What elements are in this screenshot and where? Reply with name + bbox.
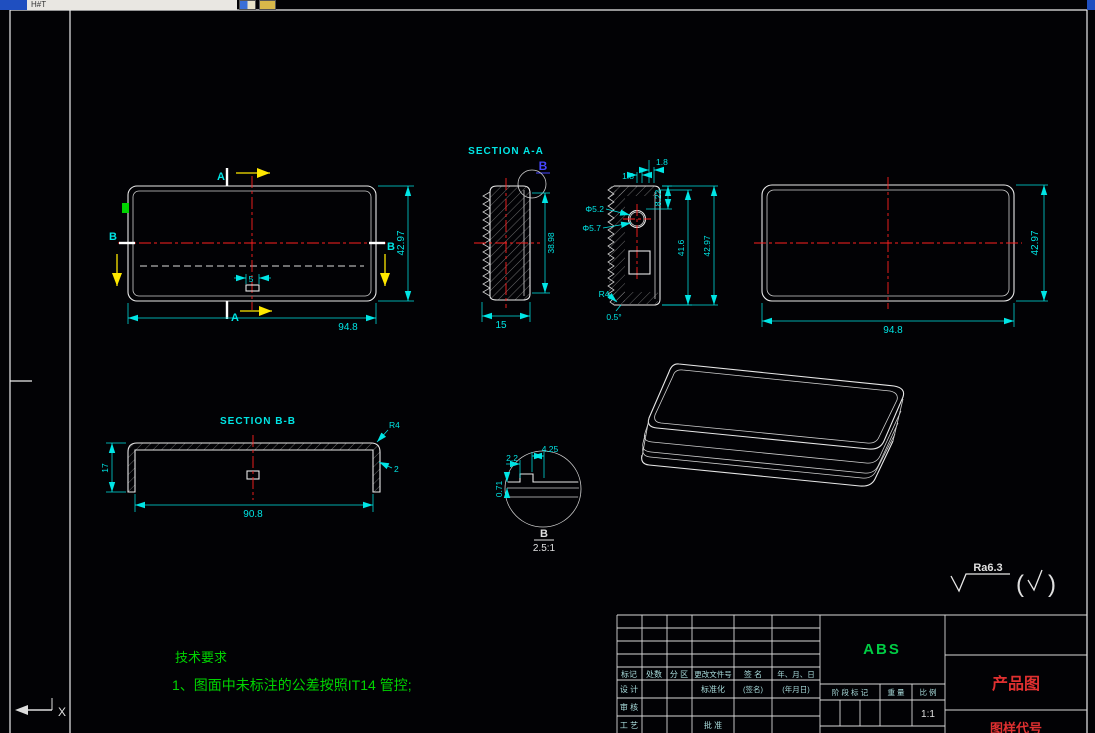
dim-front-slot: 5 xyxy=(249,274,254,284)
dim-bb-height: 17 xyxy=(100,463,110,473)
side-section-view: 1.8 1.8 8.22 41.6 42.97 Φ5.2 Φ5.7 R4 0.5… xyxy=(582,157,718,322)
dim-detail-425: 4.25 xyxy=(542,444,559,454)
roughness-check-icon xyxy=(1027,569,1043,592)
section-label-b-left: B xyxy=(109,231,117,243)
cad-application-window: A A B B 94.8 42.97 5 SECTION A-A B 38.98… xyxy=(0,0,1095,733)
dim-bb-r4: R4 xyxy=(389,420,400,430)
tb-row-design: 设 计 xyxy=(620,684,638,694)
dim-front-width: 94.8 xyxy=(338,322,358,333)
section-bb-title: SECTION B-B xyxy=(220,416,296,427)
section-label-b-right: B xyxy=(387,241,395,253)
window-corner-fragment xyxy=(0,0,27,10)
dim-side-r4: R4 xyxy=(599,289,610,299)
toolbar-fragment: H#T xyxy=(27,0,237,10)
dim-right-height: 42.97 xyxy=(1030,230,1041,255)
dim-side-822: 8.22 xyxy=(653,189,663,206)
tb-row-approve: 批 准 xyxy=(704,720,722,730)
dim-right-width: 94.8 xyxy=(883,325,903,336)
right-view: 42.97 94.8 xyxy=(754,177,1048,336)
tb-scale-value: 1:1 xyxy=(921,709,935,720)
dim-aa-inner-height: 38.98 xyxy=(546,232,556,254)
toolbar-icon-1[interactable] xyxy=(239,0,256,10)
dim-side-phi52: Φ5.2 xyxy=(585,204,604,214)
notes-item-1: 1、图面中未标注的公差按照IT14 管控; xyxy=(172,677,412,693)
toolbar-text: H#T xyxy=(31,0,47,9)
dim-side-4297: 42.97 xyxy=(702,235,712,257)
tb-col-sign: 签 名 xyxy=(744,669,762,679)
detail-b-view: 4.25 2.2 0.71 B 2.5:1 xyxy=(494,444,582,554)
dim-side-18-inner: 1.8 xyxy=(622,171,634,181)
tb-product-name: 产品图 xyxy=(992,674,1040,693)
dim-aa-depth: 15 xyxy=(495,320,507,331)
tb-col-zone: 分 区 xyxy=(670,670,688,679)
tb-stage-label: 阶 段 标 记 xyxy=(832,687,869,697)
side-hatch-left xyxy=(609,190,625,302)
dim-bb-width: 90.8 xyxy=(243,509,263,520)
front-view: A A B B 94.8 42.97 5 xyxy=(109,168,414,333)
isometric-view xyxy=(641,363,905,487)
paren-open: ( xyxy=(1016,571,1024,598)
front-slot xyxy=(245,284,260,292)
dim-side-phi57: Φ5.7 xyxy=(582,223,601,233)
tb-col-count: 处数 xyxy=(646,669,662,679)
ucs-arrowhead xyxy=(15,705,28,715)
notes-heading: 技术要求 xyxy=(175,650,227,665)
section-aa-view: SECTION A-A B 38.98 15 xyxy=(468,146,556,331)
tb-material: ABS xyxy=(863,641,901,658)
tb-row-std: 标准化 xyxy=(701,684,725,694)
paren-close: ) xyxy=(1048,571,1056,598)
section-bb-profile xyxy=(127,442,381,493)
roughness-symbol xyxy=(950,573,1010,593)
dim-side-416: 41.6 xyxy=(676,239,686,256)
tb-col-doc: 更改文件号 xyxy=(694,669,732,679)
dim-detail-071: 0.71 xyxy=(494,480,504,497)
tb-ph-sign: (签名) xyxy=(743,684,763,694)
toolbar-icon-2[interactable] xyxy=(259,0,276,10)
tb-drawing-code: 图样代号 xyxy=(990,721,1042,733)
section-aa-title: SECTION A-A xyxy=(468,146,544,157)
detail-b-scale: 2.5:1 xyxy=(533,543,556,554)
tb-row-review: 审 核 xyxy=(620,702,638,712)
side-port xyxy=(628,250,651,275)
dim-bb-wall: 2 xyxy=(394,464,399,474)
detail-b-marker: B xyxy=(539,159,548,173)
title-block: 标记 处数 分 区 更改文件号 签 名 年、月、日 设 计 标准化 (签名) (… xyxy=(616,614,1087,733)
dim-side-angle: 0.5° xyxy=(606,312,621,322)
dim-front-height: 42.97 xyxy=(396,230,407,255)
tb-row-process: 工 艺 xyxy=(620,721,638,730)
roughness-note: Ra6.3 ( ) xyxy=(950,562,1056,598)
tb-col-mark: 标记 xyxy=(621,669,637,679)
roughness-value: Ra6.3 xyxy=(973,562,1002,574)
drawing-canvas[interactable]: A A B B 94.8 42.97 5 SECTION A-A B 38.98… xyxy=(0,0,1095,733)
tb-scale-label: 比 例 xyxy=(919,687,936,697)
sheet-frame xyxy=(9,9,1088,733)
tb-weight-label: 重 量 xyxy=(887,688,905,697)
section-label-a-top: A xyxy=(217,171,225,183)
window-corner-fragment-right xyxy=(1087,0,1095,10)
tb-col-date: 年、月、日 xyxy=(777,669,815,679)
dim-side-18-outer: 1.8 xyxy=(656,157,668,167)
detail-b-label: B xyxy=(540,528,548,540)
technical-notes: 技术要求 1、图面中未标注的公差按照IT14 管控; xyxy=(172,650,412,693)
section-bb-view: SECTION B-B 17 90.8 R4 2 xyxy=(100,416,400,520)
ucs-x-label: X xyxy=(58,705,66,719)
ucs-icon: X xyxy=(15,698,66,719)
selection-grip xyxy=(122,203,129,213)
tb-ph-date: (年月日) xyxy=(782,684,810,694)
dim-detail-22: 2.2 xyxy=(506,453,518,463)
drawing-svg: A A B B 94.8 42.97 5 SECTION A-A B 38.98… xyxy=(9,9,1088,733)
